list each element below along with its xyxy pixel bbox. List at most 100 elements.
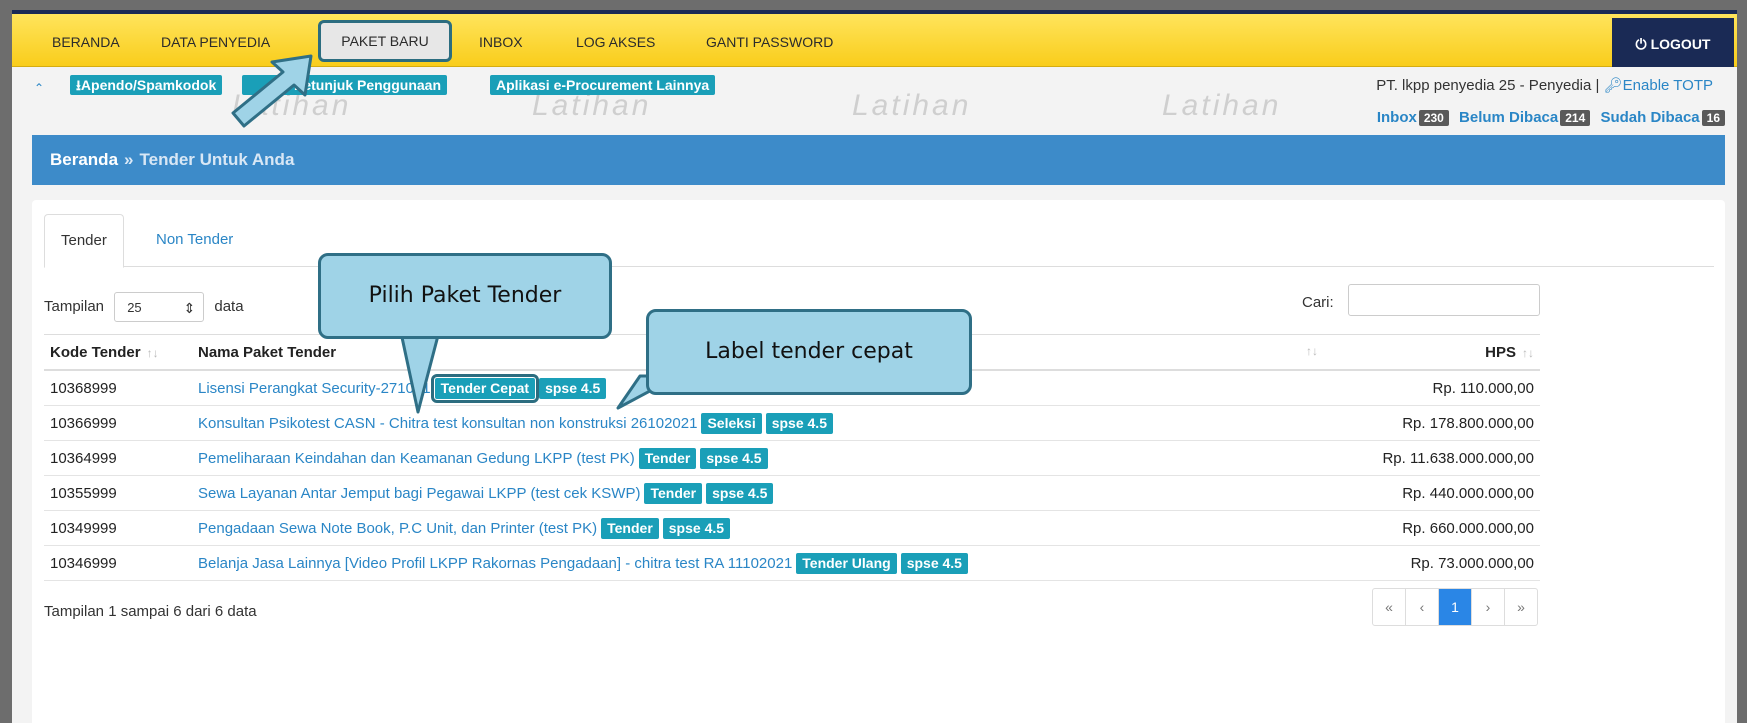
hps-value: Rp. 440.000.000,00	[1328, 475, 1540, 511]
hps-value: Rp. 73.000.000,00	[1328, 545, 1540, 581]
tender-panel: Tender Non Tender Tampilan 25 ⇕ data Cari…	[32, 200, 1725, 723]
tender-name-cell: Pemeliharaan Keindahan dan Keamanan Gedu…	[192, 440, 1328, 476]
inbox-summary: Inbox 230 Belum Dibaca 214 Sudah Dibaca 16	[1377, 109, 1725, 126]
nav-beranda[interactable]: BERANDA	[52, 34, 120, 50]
key-icon: 🔑︎	[1603, 77, 1623, 94]
breadcrumb-current: Tender Untuk Anda	[139, 150, 295, 169]
col-hps[interactable]: HPS ↑↓	[1328, 334, 1540, 371]
tender-name-cell: Sewa Layanan Antar Jemput bagi Pegawai L…	[192, 475, 1328, 511]
hps-value: Rp. 178.800.000,00	[1328, 405, 1540, 441]
spse-badge: spse 4.5	[662, 517, 731, 539]
collapse-chevron-icon[interactable]: ⌃	[34, 81, 44, 95]
table-row: 10349999 Pengadaan Sewa Note Book, P.C U…	[44, 510, 1540, 546]
tender-code: 10368999	[44, 370, 192, 406]
callout-pick-package: Pilih Paket Tender	[318, 253, 612, 339]
unread-count: 214	[1560, 110, 1591, 126]
tender-link[interactable]: Konsultan Psikotest CASN - Chitra test k…	[198, 415, 697, 432]
sort-icon: ↑↓	[146, 345, 159, 360]
search-input[interactable]	[1348, 284, 1540, 316]
logout-label: LOGOUT	[1650, 36, 1711, 52]
col-kode[interactable]: Kode Tender ↑↓	[44, 334, 192, 371]
hps-value: Rp. 660.000.000,00	[1328, 510, 1540, 546]
spse-badge: spse 4.5	[706, 482, 774, 504]
read-link[interactable]: Sudah Dibaca	[1600, 109, 1699, 126]
col-hps-label: HPS	[1485, 343, 1516, 361]
hps-value: Rp. 11.638.000.000,00	[1328, 440, 1540, 476]
nav-log-akses[interactable]: LOG AKSES	[576, 34, 655, 50]
page-size-control: Tampilan 25 ⇕ data	[44, 292, 244, 322]
tender-name-cell: Belanja Jasa Lainnya [Video Profil LKPP …	[192, 545, 1328, 581]
pager-prev[interactable]: ‹	[1406, 589, 1439, 625]
logout-button[interactable]: ⏻ LOGOUT	[1612, 18, 1734, 70]
tender-link[interactable]: Pemeliharaan Keindahan dan Keamanan Gedu…	[198, 450, 635, 467]
col-nama-label: Nama Paket Tender	[198, 343, 337, 361]
tender-link[interactable]: Lisensi Perangkat Security-271021	[198, 380, 431, 397]
tender-link[interactable]: Pengadaan Sewa Note Book, P.C Unit, dan …	[198, 520, 597, 537]
table-row: 10364999 Pemeliharaan Keindahan dan Keam…	[44, 440, 1540, 476]
unread-link[interactable]: Belum Dibaca	[1459, 109, 1558, 126]
spse-badge: spse 4.5	[765, 412, 833, 434]
sort-icon: ↑↓	[1306, 343, 1318, 358]
read-count: 16	[1701, 110, 1725, 126]
nav-inbox[interactable]: INBOX	[479, 34, 523, 50]
power-icon: ⏻	[1635, 36, 1647, 52]
pager-first[interactable]: «	[1373, 589, 1406, 625]
pager-next[interactable]: ›	[1472, 589, 1505, 625]
table-row: 10346999 Belanja Jasa Lainnya [Video Pro…	[44, 545, 1540, 581]
breadcrumb-home[interactable]: Beranda	[50, 150, 118, 169]
tender-link[interactable]: Sewa Layanan Antar Jemput bagi Pegawai L…	[198, 485, 640, 502]
inbox-count: 230	[1418, 110, 1449, 126]
callout-fast-tender-label: Label tender cepat	[646, 309, 972, 395]
sub-bar: Latihan Latihan Latihan Latihan ⌃ ⭳Apend…	[12, 67, 1737, 127]
tender-code: 10355999	[44, 475, 192, 511]
pager-page-1[interactable]: 1	[1439, 589, 1472, 625]
tender-code: 10366999	[44, 405, 192, 441]
main-nav: BERANDA DATA PENYEDIA PAKET BARU INBOX L…	[12, 14, 1737, 70]
nav-data-penyedia[interactable]: DATA PENYEDIA	[161, 34, 270, 50]
tender-type-badge: Tender Cepat	[430, 373, 540, 403]
pager-last[interactable]: »	[1505, 589, 1537, 625]
breadcrumb: Beranda » Tender Untuk Anda	[32, 135, 1725, 185]
spse-badge: spse 4.5	[900, 552, 968, 574]
sort-icon: ↑↓	[1522, 345, 1534, 360]
spse-badge: spse 4.5	[700, 447, 768, 469]
nav-ganti-password[interactable]: GANTI PASSWORD	[706, 34, 833, 50]
apendo-link[interactable]: ⭳Apendo/Spamkodok	[70, 75, 223, 95]
search-label: Cari:	[1302, 294, 1334, 311]
tab-tender[interactable]: Tender	[44, 214, 124, 268]
tender-type-badge: Tender	[644, 482, 703, 504]
account-label: PT. lkpp penyedia 25 - Penyedia |	[1376, 77, 1600, 94]
tab-bar: Tender Non Tender	[44, 214, 1714, 268]
table-row: 10366999 Konsultan Psikotest CASN - Chit…	[44, 405, 1540, 441]
breadcrumb-separator: »	[124, 150, 134, 169]
page-size-value: 25	[127, 300, 142, 315]
enable-totp-label: Enable TOTP	[1622, 77, 1713, 94]
tender-code: 10346999	[44, 545, 192, 581]
enable-totp-link[interactable]: 🔑︎Enable TOTP	[1604, 77, 1713, 94]
data-label: data	[214, 297, 244, 315]
tender-link[interactable]: Belanja Jasa Lainnya [Video Profil LKPP …	[198, 555, 792, 572]
col-kode-label: Kode Tender	[50, 343, 141, 361]
tender-type-badge: Tender Ulang	[796, 552, 897, 574]
tender-code: 10364999	[44, 440, 192, 476]
tender-type-badge: Tender	[601, 517, 659, 539]
tender-name-cell: Konsultan Psikotest CASN - Chitra test k…	[192, 405, 1328, 441]
table-info: Tampilan 1 sampai 6 dari 6 data	[44, 603, 257, 620]
watermark-text: Latihan	[1162, 89, 1282, 122]
tender-type-badge: Tender	[638, 447, 697, 469]
sort-caret-icon: ⇕	[183, 300, 196, 316]
spse-badge: spse 4.5	[539, 377, 607, 399]
pagination: « ‹ 1 › »	[1372, 588, 1538, 626]
apendo-label: Apendo/Spamkodok	[80, 77, 217, 93]
tab-non-tender[interactable]: Non Tender	[140, 214, 249, 266]
table-row: 10355999 Sewa Layanan Antar Jemput bagi …	[44, 475, 1540, 511]
tender-name-cell: Pengadaan Sewa Note Book, P.C Unit, dan …	[192, 510, 1328, 546]
eproc-link[interactable]: Aplikasi e-Procurement Lainnya	[490, 75, 716, 95]
nav-paket-baru[interactable]: PAKET BARU	[318, 20, 452, 62]
petunjuk-link[interactable]: Petunjuk Penggunaan	[242, 75, 448, 95]
page-size-select[interactable]: 25 ⇕	[114, 292, 205, 322]
show-label: Tampilan	[44, 297, 105, 315]
inbox-link[interactable]: Inbox	[1377, 109, 1417, 126]
tender-code: 10349999	[44, 510, 192, 546]
watermark-text: Latihan	[852, 89, 972, 122]
